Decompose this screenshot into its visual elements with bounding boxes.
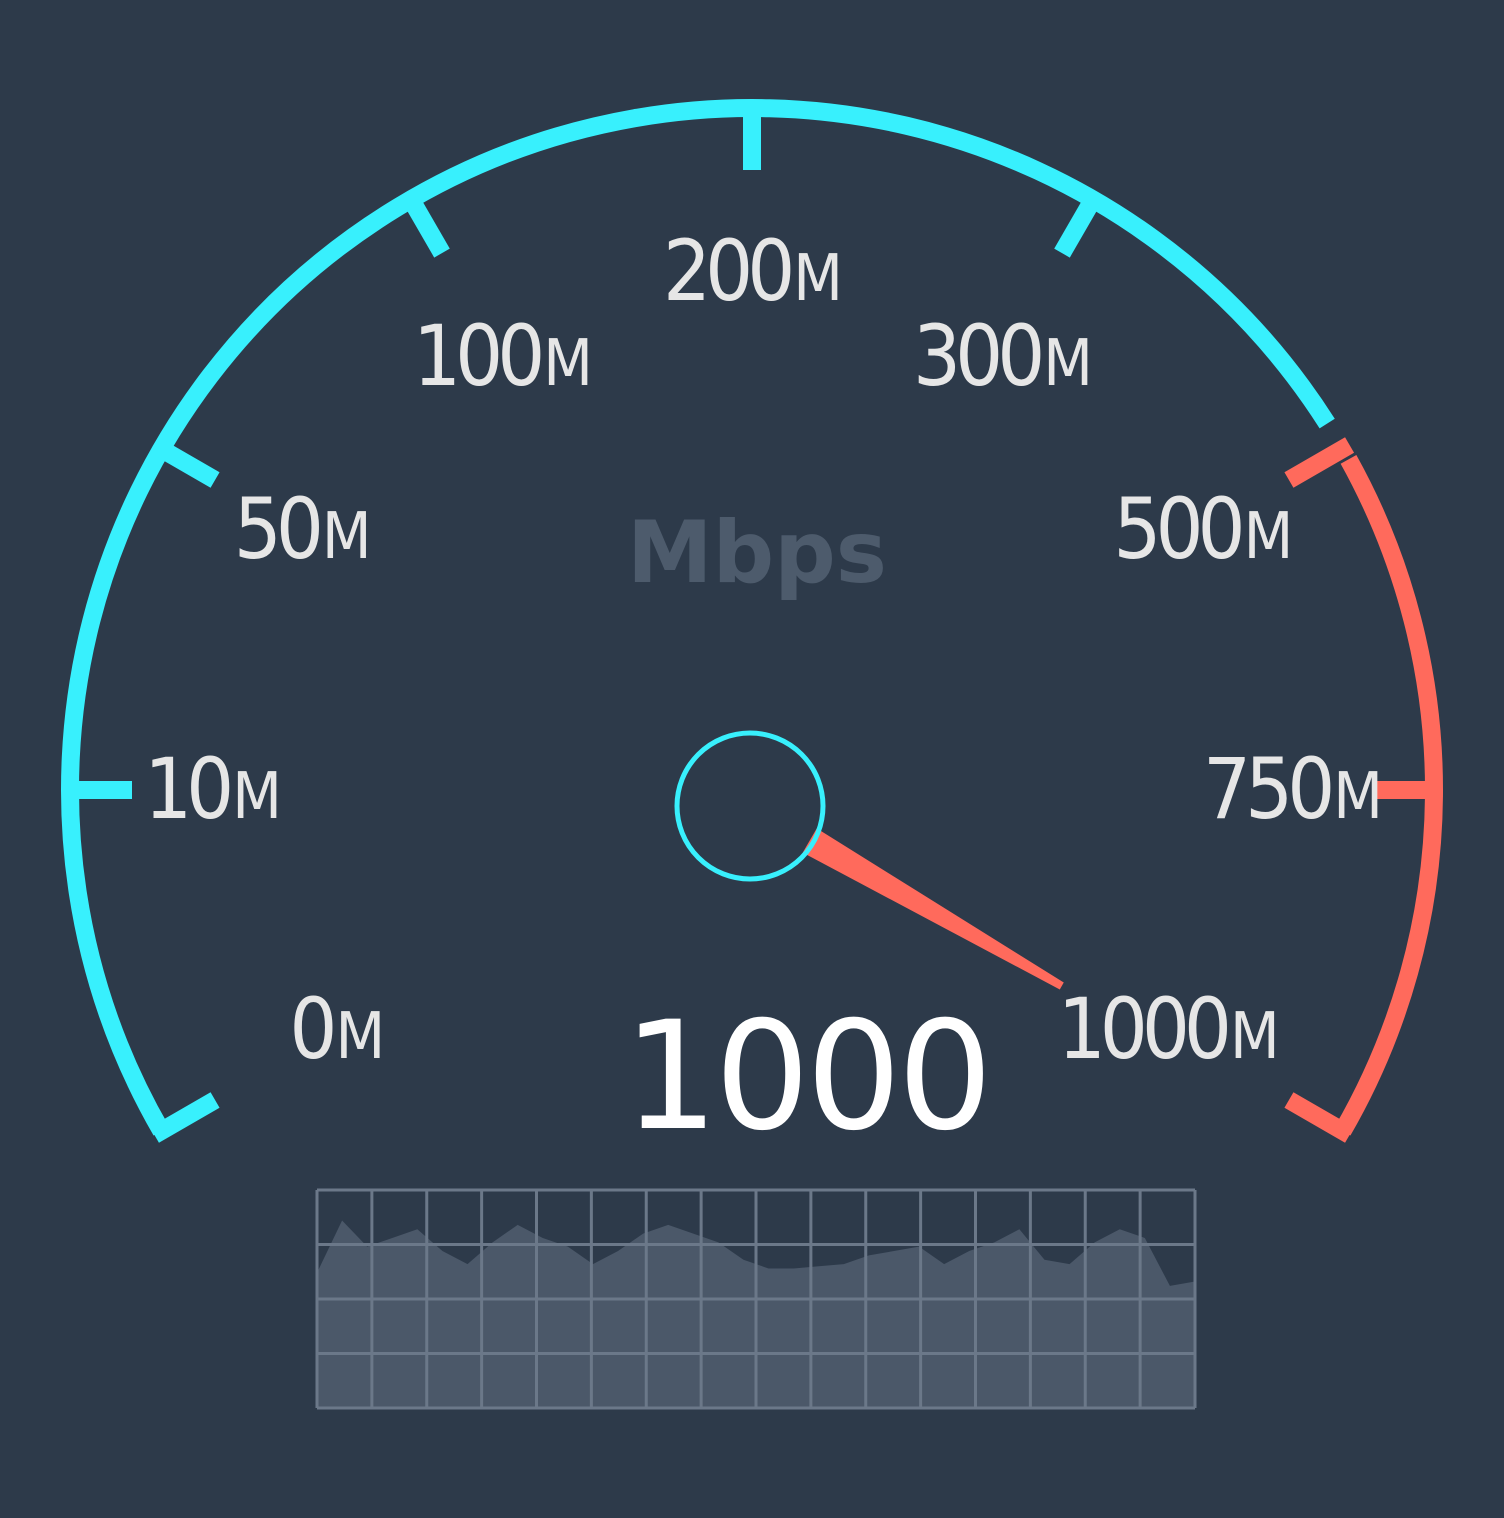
gauge-tick-label: 300M [913,307,1091,405]
needle-pointer [802,828,1064,990]
gauge-tick-unit: M [1043,327,1091,401]
gauge-tick-value: 50 [234,480,320,578]
gauge-tick-label: 0M [289,980,383,1078]
gauge-tick-label: 750M [1203,740,1381,838]
gauge-tick-unit: M [543,327,591,401]
gauge-tick-label: 500M [1113,480,1291,578]
unit-label: Mbps [627,503,887,603]
gauge-tick-label: 200M [663,222,841,320]
gauge-tick-unit: M [1333,760,1381,834]
gauge-tick-value: 100 [413,307,541,405]
needle-hub [674,730,826,882]
gauge-tick-label: 100M [413,307,591,405]
speed-gauge-screen: 0M 10M 50M 100M 200M 300M 500M 750M 1000M Mbps 1… [0,0,1504,1518]
gauge-tick-value: 750 [1203,740,1331,838]
gauge-tick-label: 1000M [1058,980,1278,1078]
gauge-tick-unit: M [232,760,280,834]
speed-readout: 1000 [623,990,989,1164]
gauge-tick-unit: M [336,1000,384,1074]
speedometer-gauge: 0M10M50M100M200M300M500M750M1000M Mbps 1… [61,99,1443,1410]
speed-history-graph [315,1188,1197,1410]
gauge-tick-unit: M [1244,500,1292,574]
needle [802,828,1064,990]
gauge-tick-value: 0 [289,980,333,1078]
gauge-tick-value: 300 [913,307,1041,405]
gauge-tick [1284,437,1355,488]
gauge-tick-unit: M [793,242,841,316]
gauge-tick-value: 500 [1113,480,1241,578]
gauge-tick-labels: 0M10M50M100M200M300M500M750M1000M [144,222,1383,1078]
gauge-tick-value: 200 [663,222,791,320]
gauge-tick-unit: M [322,500,370,574]
gauge-tick-label: 50M [234,480,370,578]
gauge-tick-unit: M [1230,1000,1278,1074]
gauge-tick-value: 10 [144,740,230,838]
gauge-tick-value: 1000 [1058,980,1228,1078]
gauge-tick-label: 10M [144,740,280,838]
